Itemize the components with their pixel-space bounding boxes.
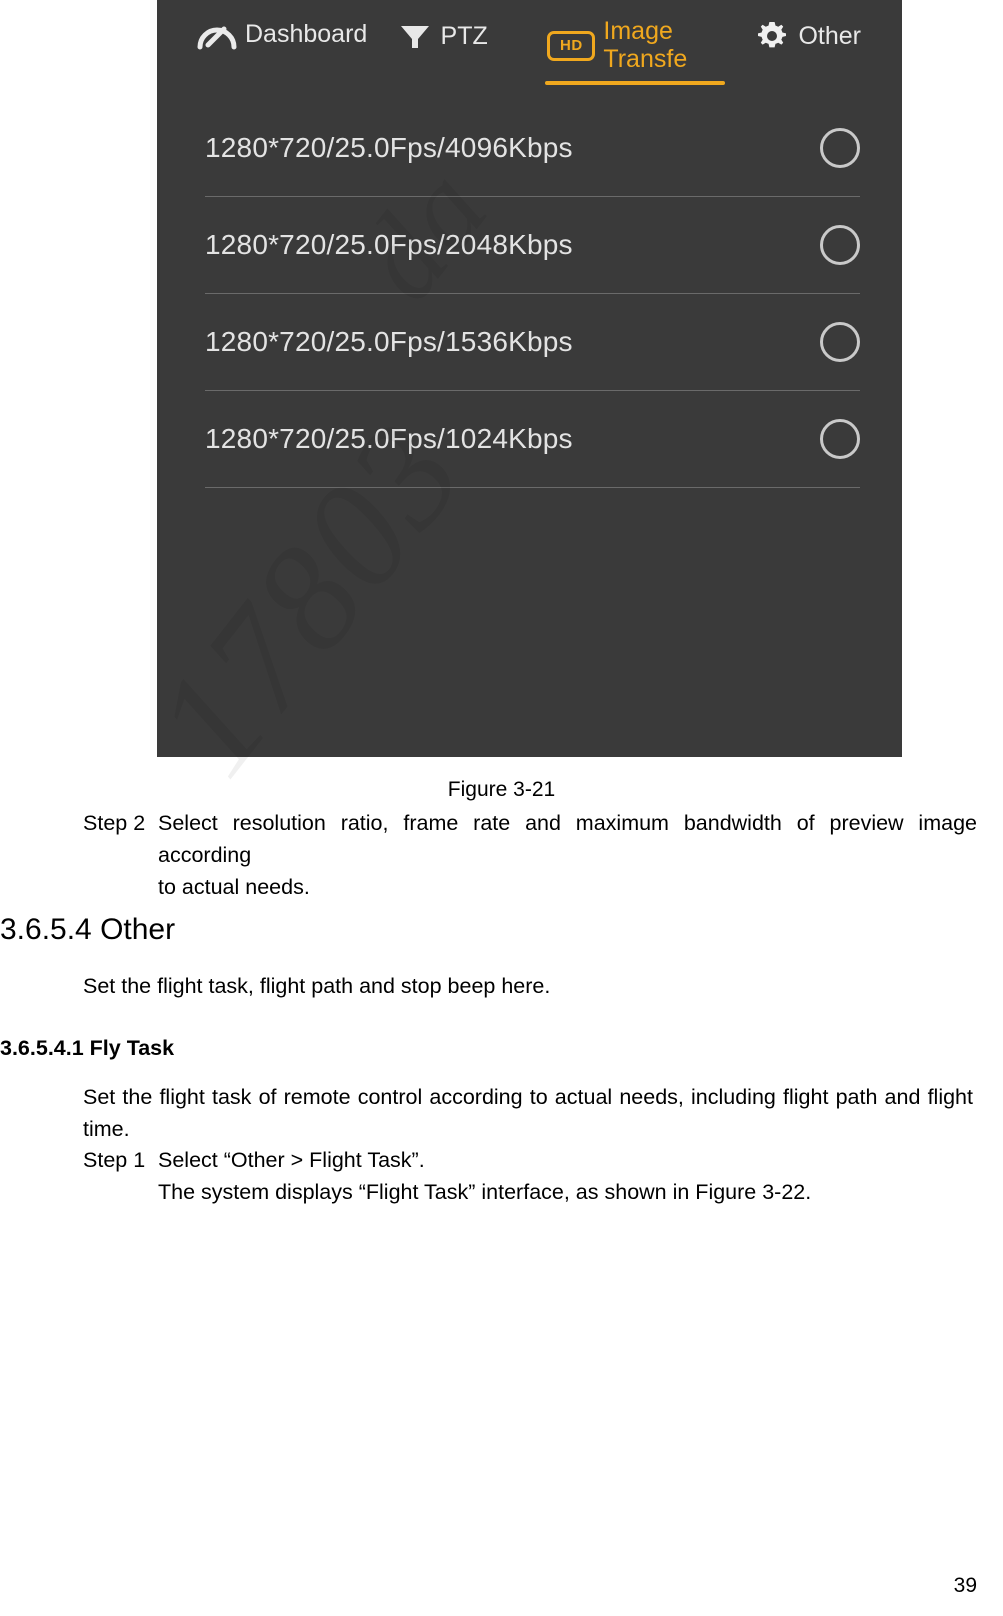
tab-dashboard[interactable]: Dashboard: [193, 18, 368, 50]
tab-image-transfe[interactable]: HD Image Transfe: [543, 17, 728, 85]
option-label: 1280*720/25.0Fps/1024Kbps: [205, 423, 573, 454]
resolution-option-list: 1280*720/25.0Fps/4096Kbps 1280*720/25.0F…: [157, 100, 902, 488]
radio-button[interactable]: [820, 322, 860, 362]
list-item[interactable]: 1280*720/25.0Fps/1536Kbps: [157, 294, 902, 390]
figure-3-21-screenshot: Dashboard PTZ HD Image Transfe Other 128…: [157, 0, 902, 757]
step-2-tag: Step 2: [83, 811, 146, 835]
step-1-continuation: The system displays “Flight Task” interf…: [158, 1179, 812, 1204]
tab-dashboard-label: Dashboard: [245, 20, 368, 48]
list-item[interactable]: 1280*720/25.0Fps/4096Kbps: [157, 100, 902, 196]
page-number: 39: [953, 1574, 977, 1597]
step-2-text: Select resolution ratio, frame rate and …: [158, 811, 977, 867]
option-label: 1280*720/25.0Fps/1536Kbps: [205, 326, 573, 357]
subsection-heading-fly-task: 3.6.5.4.1 Fly Task: [0, 1036, 175, 1060]
option-label: 1280*720/25.0Fps/2048Kbps: [205, 229, 573, 260]
gauge-icon: [197, 26, 237, 50]
ptz-icon: [400, 26, 429, 48]
step-2-block: Step 2 Select resolution ratio, frame ra…: [83, 808, 977, 903]
tab-other-row: Other: [754, 18, 861, 54]
tab-ptz-label: PTZ: [440, 22, 488, 50]
option-label: 1280*720/25.0Fps/4096Kbps: [205, 132, 573, 163]
radio-button[interactable]: [820, 419, 860, 459]
tab-image-transfe-row: HD Image Transfe: [547, 17, 721, 73]
section-heading-other: 3.6.5.4 Other: [0, 913, 176, 946]
tab-other[interactable]: Other: [750, 18, 902, 54]
tab-dashboard-row: Dashboard: [197, 18, 368, 50]
app-tab-bar: Dashboard PTZ HD Image Transfe Other: [157, 0, 902, 100]
step-1-block: Step 1 Select “Other > Flight Task”. The…: [83, 1145, 977, 1209]
gear-icon: [758, 22, 787, 48]
step-2-line: Step 2 Select resolution ratio, frame ra…: [83, 808, 977, 872]
tab-other-label: Other: [798, 22, 861, 50]
step-2-continuation: to actual needs.: [158, 874, 310, 899]
tab-ptz[interactable]: PTZ: [393, 18, 516, 54]
active-tab-underline: [545, 81, 726, 85]
tab-image-transfe-label: Image Transfe: [603, 17, 688, 73]
document-page: 17803 da Dashboard: [0, 0, 1003, 1616]
subsection-body-fly-task: Set the flight task of remote control ac…: [83, 1085, 973, 1141]
step-1-line: Step 1 Select “Other > Flight Task”.: [83, 1145, 977, 1177]
radio-button[interactable]: [820, 128, 860, 168]
step-1-text: Select “Other > Flight Task”.: [158, 1148, 425, 1172]
section-body-other: Set the flight task, flight path and sto…: [83, 974, 551, 998]
list-item[interactable]: 1280*720/25.0Fps/2048Kbps: [157, 197, 902, 293]
list-item[interactable]: 1280*720/25.0Fps/1024Kbps: [157, 391, 902, 487]
tab-ptz-row: PTZ: [397, 18, 488, 54]
radio-button[interactable]: [820, 225, 860, 265]
figure-caption: Figure 3-21: [447, 778, 556, 801]
step-1-tag: Step 1: [83, 1148, 146, 1172]
list-divider: [205, 487, 860, 488]
hd-icon: HD: [547, 30, 596, 61]
